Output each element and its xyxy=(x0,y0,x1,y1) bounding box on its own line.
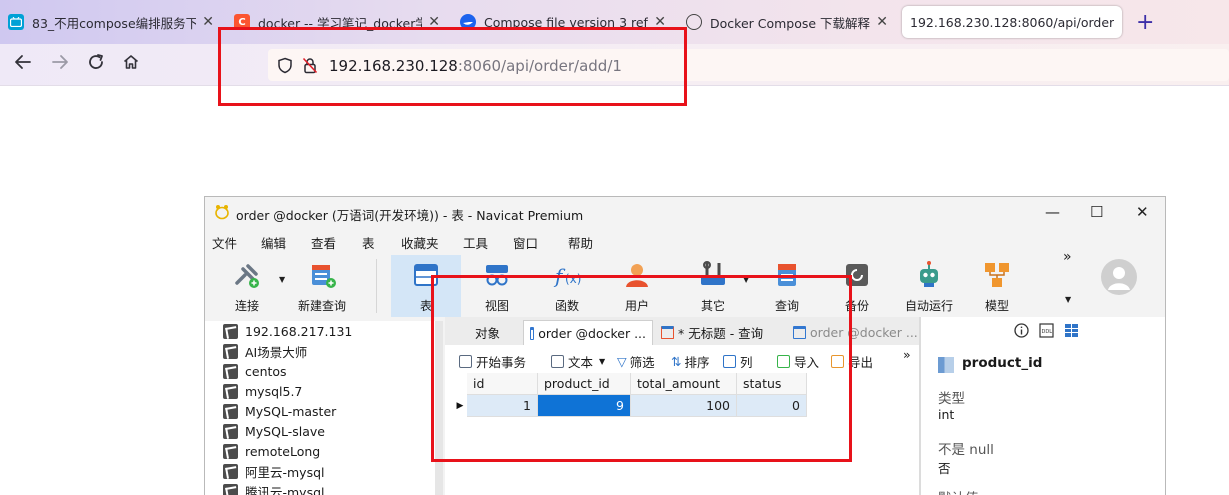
browser-tab-4-title: Docker Compose 下载解释 xyxy=(710,15,871,31)
connection-name: AI场景大师 xyxy=(245,344,308,360)
menu-favorites[interactable]: 收藏夹 xyxy=(401,233,439,252)
info-icon[interactable] xyxy=(1014,323,1029,342)
navicat-title-bar: order @docker (万语词(开发环境)) - 表 - Navicat … xyxy=(205,197,1165,227)
browser-tab-5-title: 192.168.230.128:8060/api/order/ xyxy=(910,14,1114,30)
close-icon[interactable]: ✕ xyxy=(876,14,888,30)
minimize-icon[interactable]: — xyxy=(1045,203,1060,221)
new-tab-button[interactable]: + xyxy=(1136,10,1154,35)
browser-tab-1-title: 83_不用compose编排服务下集 xyxy=(32,15,197,31)
connection-item[interactable]: 阿里云-mysql xyxy=(223,461,325,481)
connection-item[interactable]: centos xyxy=(223,361,287,381)
new-query-button[interactable]: 新建查询 xyxy=(295,255,349,317)
new-query-icon xyxy=(312,265,336,288)
field-info-pane: DDL product_id 类型 int 不是 null 否 默认值 xyxy=(921,317,1165,495)
back-arrow-icon[interactable] xyxy=(14,53,32,76)
field-icon xyxy=(938,357,954,373)
connection-icon xyxy=(223,483,238,495)
browser-tab-4[interactable]: Docker Compose 下载解释 ✕ xyxy=(678,6,896,38)
connection-icon xyxy=(223,463,238,479)
close-window-icon[interactable]: ✕ xyxy=(1136,203,1149,221)
menu-table[interactable]: 表 xyxy=(362,233,375,252)
connection-item[interactable]: MySQL-master xyxy=(223,401,336,421)
model-button[interactable]: 模型 xyxy=(975,255,1019,317)
bilibili-icon xyxy=(8,14,24,30)
connection-name: MySQL-slave xyxy=(245,423,325,439)
svg-text:DDL: DDL xyxy=(1042,329,1053,335)
grid-toolbar-more[interactable]: » xyxy=(903,347,911,362)
model-label: 模型 xyxy=(984,299,1009,313)
connection-name: mysql5.7 xyxy=(245,383,303,399)
menu-view[interactable]: 查看 xyxy=(311,233,336,252)
ddl-icon[interactable]: DDL xyxy=(1039,323,1054,342)
navicat-title: order @docker (万语词(开发环境)) - 表 - Navicat … xyxy=(236,208,584,223)
automation-button[interactable]: 自动运行 xyxy=(901,255,957,317)
connection-item[interactable]: AI场景大师 xyxy=(223,341,307,361)
not-null-label: 不是 null xyxy=(938,442,994,458)
connection-icon xyxy=(223,403,238,419)
forward-arrow-icon[interactable] xyxy=(51,53,69,76)
maximize-icon[interactable]: ☐ xyxy=(1090,203,1103,221)
connection-item[interactable]: 腾讯云-mysql xyxy=(223,481,325,495)
connection-item[interactable]: MySQL-slave xyxy=(223,421,325,441)
connection-icon xyxy=(223,343,238,359)
not-null-value: 否 xyxy=(938,461,951,476)
default-label: 默认值 xyxy=(938,487,979,495)
browser-tab-1[interactable]: 83_不用compose编排服务下集 ✕ xyxy=(0,6,222,38)
connection-item[interactable]: remoteLong xyxy=(223,441,320,461)
type-label: 类型 xyxy=(938,391,965,407)
annotation-box-grid xyxy=(431,275,852,462)
grid-toolbar-more-label: » xyxy=(903,347,911,362)
connection-icon xyxy=(223,363,238,379)
menu-window[interactable]: 窗口 xyxy=(513,233,538,252)
connection-name: centos xyxy=(245,363,287,379)
robot-icon xyxy=(920,261,938,287)
field-name: product_id xyxy=(962,355,1043,371)
model-icon xyxy=(985,263,1009,287)
toolbar-divider xyxy=(376,259,377,313)
connection-icon xyxy=(223,443,238,459)
toolbar-more-button[interactable]: » xyxy=(1063,249,1072,265)
connection-icon xyxy=(223,323,238,339)
connect-icon xyxy=(235,264,259,288)
connection-item[interactable]: mysql5.7 xyxy=(223,381,302,401)
reload-icon[interactable] xyxy=(87,53,105,76)
connection-tree: 192.168.217.131 AI场景大师 centos mysql5.7 M… xyxy=(205,321,435,495)
browser-tab-active[interactable]: 192.168.230.128:8060/api/order/ xyxy=(902,6,1122,38)
menu-edit[interactable]: 编辑 xyxy=(261,233,286,252)
connection-icon xyxy=(223,383,238,399)
connection-item[interactable]: 192.168.217.131 xyxy=(223,321,352,341)
connection-name: 阿里云-mysql xyxy=(245,464,325,480)
connection-name: 192.168.217.131 xyxy=(245,323,353,339)
connection-name: remoteLong xyxy=(245,443,321,459)
automation-label: 自动运行 xyxy=(904,299,953,313)
avatar[interactable] xyxy=(1101,259,1137,295)
navicat-menu-bar: 文件 编辑 查看 表 收藏夹 工具 窗口 帮助 xyxy=(205,231,1165,253)
chatgpt-icon xyxy=(686,14,702,30)
menu-file[interactable]: 文件 xyxy=(212,233,237,252)
new-query-label: 新建查询 xyxy=(297,299,346,313)
close-icon[interactable]: ✕ xyxy=(202,14,214,30)
connect-button[interactable]: 连接 xyxy=(225,255,269,317)
connection-icon xyxy=(223,423,238,439)
home-icon[interactable] xyxy=(122,53,140,76)
chevron-down-icon[interactable]: ▼ xyxy=(279,275,285,284)
connection-name: MySQL-master xyxy=(245,403,337,419)
grid-view-icon[interactable] xyxy=(1064,323,1079,342)
type-value: int xyxy=(938,407,955,422)
connect-label: 连接 xyxy=(234,299,259,313)
annotation-box-url xyxy=(218,27,687,106)
menu-tools[interactable]: 工具 xyxy=(463,233,488,252)
chevron-down-icon[interactable]: ▼ xyxy=(1065,295,1071,304)
menu-help[interactable]: 帮助 xyxy=(568,233,593,252)
navicat-logo-icon xyxy=(214,204,230,224)
connection-name: 腾讯云-mysql xyxy=(245,484,325,495)
